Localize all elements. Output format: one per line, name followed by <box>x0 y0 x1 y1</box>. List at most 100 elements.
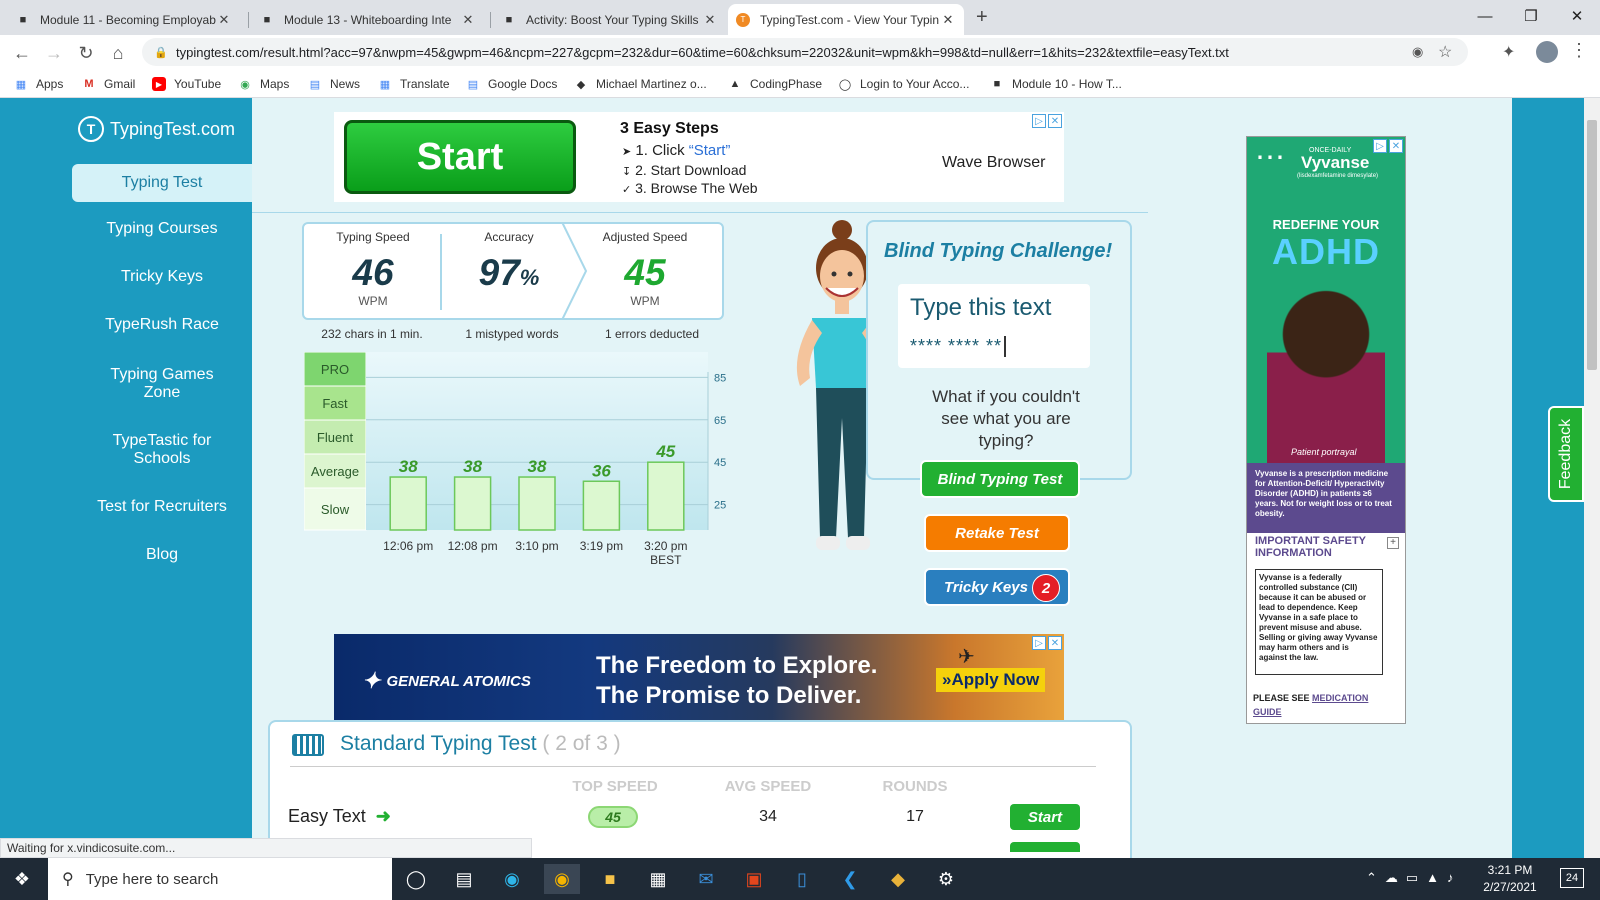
avatar[interactable] <box>1536 41 1558 63</box>
check-circle-icon: ✓ <box>622 184 632 196</box>
forward-icon[interactable]: → <box>40 39 68 67</box>
sidebar-item-typerush-race[interactable]: TypeRush Race <box>72 316 252 334</box>
new-tab-button[interactable]: + <box>976 6 988 29</box>
git-icon[interactable]: ◆ <box>880 864 916 894</box>
settings-icon[interactable]: ⚙ <box>928 864 964 894</box>
close-ad-icon[interactable]: ✕ <box>1389 139 1403 153</box>
site-logo[interactable]: T TypingTest.com <box>78 116 235 142</box>
file-explorer-icon[interactable]: ■ <box>592 864 628 894</box>
close-window-icon[interactable]: ✕ <box>1554 0 1600 32</box>
retake-test-button[interactable]: Retake Test <box>924 514 1070 552</box>
cortana-icon[interactable]: ◯ <box>398 864 434 894</box>
bookmark-google-docs[interactable]: ▤ Google Docs <box>466 75 558 93</box>
tab-module-11[interactable]: ■ Module 11 - Becoming Employab ✕ <box>8 4 240 35</box>
close-tab-icon[interactable]: ✕ <box>940 12 956 28</box>
star-icon[interactable]: ☆ <box>1438 42 1468 62</box>
tricky-keys-button[interactable]: Tricky Keys 2 <box>924 568 1070 606</box>
ad-choices[interactable]: ▷ ✕ <box>1032 114 1062 128</box>
feedback-tab[interactable]: Feedback <box>1548 406 1584 502</box>
drug-name: (lisdexamfetamine dimesylate) <box>1297 173 1379 179</box>
vscode-icon[interactable]: ❮ <box>832 864 868 894</box>
bookmark-maps[interactable]: ◉ Maps <box>238 75 289 93</box>
sidebar-item-tricky-keys[interactable]: Tricky Keys <box>72 268 252 286</box>
page-content: T TypingTest.com Typing Test Typing Cour… <box>0 98 1584 858</box>
notifications-icon[interactable]: 24 <box>1560 868 1584 888</box>
restore-icon[interactable]: ❐ <box>1508 0 1554 32</box>
minimize-icon[interactable]: — <box>1462 0 1508 32</box>
tab-module-13[interactable]: ■ Module 13 - Whiteboarding Inte ✕ <box>252 4 484 35</box>
tab-typingtest[interactable]: T TypingTest.com - View Your Typin ✕ <box>728 4 964 35</box>
bookmark-news[interactable]: ▤ News <box>308 75 360 93</box>
mail-icon[interactable]: ✉ <box>688 864 724 894</box>
bookmark-module-10[interactable]: ■ Module 10 - How T... <box>990 75 1122 93</box>
system-tray-icons[interactable]: ⌃☁▭▲♪ <box>1366 870 1462 886</box>
codepen-icon: ◆ <box>576 78 586 91</box>
expand-icon[interactable]: + <box>1387 537 1399 549</box>
y-tick-label: 45 <box>714 457 726 469</box>
tab-strip: ■ Module 11 - Becoming Employab ✕ ■ Modu… <box>0 0 1600 35</box>
errors-deducted: 1 errors deducted <box>604 327 700 341</box>
bookmark-codingphase[interactable]: ▲ CodingPhase <box>728 75 823 93</box>
y-tick-label: 25 <box>714 500 726 512</box>
sidebar-item-typetastic[interactable]: TypeTastic for Schools <box>100 432 224 468</box>
bookmark-youtube[interactable]: ▶ YouTube <box>152 75 221 93</box>
close-ad-icon[interactable]: ✕ <box>1048 636 1062 650</box>
star-logo-icon: ✦ <box>362 668 381 693</box>
url-text[interactable]: typingtest.com/result.html?acc=97&nwpm=4… <box>176 45 1412 60</box>
sidebar-item-recruiters[interactable]: Test for Recruiters <box>72 498 252 516</box>
close-ad-icon[interactable]: ✕ <box>1048 114 1062 128</box>
avg-speed-value: 34 <box>759 808 777 825</box>
blind-typing-test-button[interactable]: Blind Typing Test <box>920 460 1080 498</box>
bookmark-michael[interactable]: ◆ Michael Martinez o... <box>574 75 707 93</box>
y-tick-label: 85 <box>714 372 726 384</box>
back-icon[interactable]: ← <box>8 39 36 67</box>
tab-title: Module 13 - Whiteboarding Inte <box>284 12 452 27</box>
bar-value-label: 38 <box>463 457 482 476</box>
scrollbar-thumb[interactable] <box>1587 120 1597 370</box>
bookmark-login[interactable]: ◯ Login to Your Acco... <box>838 75 970 93</box>
general-atomics-ad[interactable]: ▷ ✕ ✦ GENERAL ATOMICS The Freedom to Explo… <box>334 634 1064 724</box>
bookmark-gmail[interactable]: M Gmail <box>82 75 135 93</box>
extensions-icon[interactable]: ✦ <box>1502 42 1515 62</box>
globe-icon: ◯ <box>838 78 852 91</box>
chart-bar <box>518 476 556 531</box>
chrome-icon[interactable]: ◉ <box>544 864 580 894</box>
sidebar-item-typing-games[interactable]: Typing Games Zone <box>100 366 224 402</box>
docs-icon: ▤ <box>467 78 479 91</box>
ad-choices[interactable]: ▷ ✕ <box>1032 636 1062 650</box>
sidebar-item-typing-test[interactable]: Typing Test <box>72 164 252 202</box>
best-label: BEST <box>650 553 682 567</box>
edge-icon[interactable]: ◉ <box>494 864 530 894</box>
next-start-button[interactable] <box>1010 842 1080 852</box>
top-ad[interactable]: ▷ ✕ Start 3 Easy Steps ➤ 1. Click “Start”… <box>334 112 1064 202</box>
sidebar-item-blog[interactable]: Blog <box>72 546 252 564</box>
windows-start-icon[interactable]: ❖ <box>4 864 40 894</box>
easy-text-start-button[interactable]: Start <box>1010 804 1080 830</box>
ad-start-button[interactable]: Start <box>344 120 576 194</box>
sidebar-item-typing-courses[interactable]: Typing Courses <box>72 220 252 238</box>
tab-activity[interactable]: ■ Activity: Boost Your Typing Skills ✕ <box>494 4 726 35</box>
bookmark-apps[interactable]: ▦ Apps <box>14 75 64 93</box>
taskbar-search[interactable]: ⚲ Type here to search <box>48 858 392 900</box>
phone-icon[interactable]: ▯ <box>784 864 820 894</box>
vyvanse-ad[interactable]: ▷ ✕ ONCE-DAILY Vyvanse (lisdexamfetamine … <box>1246 136 1406 724</box>
close-tab-icon[interactable]: ✕ <box>702 12 718 28</box>
close-tab-icon[interactable]: ✕ <box>460 12 476 28</box>
ad-choices[interactable]: ▷ ✕ <box>1373 139 1403 153</box>
ad-line-2: The Promise to Deliver. <box>596 682 862 709</box>
address-bar[interactable]: 🔒 typingtest.com/result.html?acc=97&nwpm… <box>142 38 1468 66</box>
office-icon[interactable]: ▣ <box>736 864 772 894</box>
x-tick-label: 12:06 pm <box>383 539 433 553</box>
eye-off-icon[interactable]: ◉ <box>1412 44 1438 60</box>
reload-icon[interactable]: ↻ <box>72 39 100 67</box>
store-icon[interactable]: ▦ <box>640 864 676 894</box>
home-icon[interactable]: ⌂ <box>104 39 132 67</box>
search-icon: ⚲ <box>62 871 74 888</box>
clock[interactable]: 3:21 PM 2/27/2021 <box>1472 862 1548 896</box>
bookmark-translate[interactable]: ▦ Translate <box>378 75 450 93</box>
apply-now-button[interactable]: »Apply Now <box>936 668 1046 692</box>
menu-icon[interactable]: ⋮ <box>1570 40 1588 61</box>
easy-text-row-label[interactable]: Easy Text ➜ <box>288 806 391 827</box>
close-tab-icon[interactable]: ✕ <box>216 12 232 28</box>
task-view-icon[interactable]: ▤ <box>446 864 482 894</box>
